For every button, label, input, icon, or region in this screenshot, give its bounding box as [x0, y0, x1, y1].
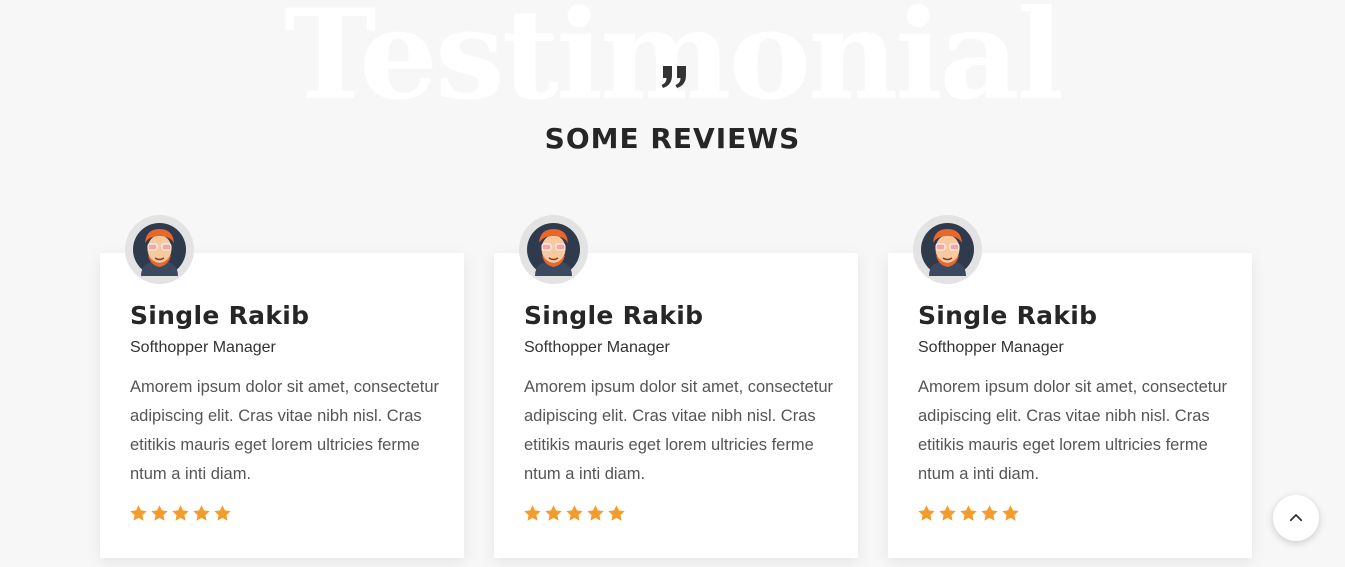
avatar-icon [921, 223, 974, 276]
star-icon [545, 505, 562, 521]
reviewer-name: Single Rakib [918, 301, 1098, 330]
avatar [519, 215, 588, 284]
star-rating [129, 504, 232, 523]
chevron-up-icon [1289, 514, 1303, 522]
background-title: Testimonial [284, 0, 1064, 128]
star-rating [523, 504, 626, 523]
star-icon [172, 505, 189, 521]
star-icon [193, 505, 210, 521]
avatar-icon [133, 223, 186, 276]
star-icon [587, 505, 604, 521]
review-text: Amorem ipsum dolor sit amet, consectetur… [918, 378, 1228, 483]
star-icon [214, 505, 231, 521]
review-card: Single Rakib Softhopper Manager Amorem i… [100, 215, 464, 558]
avatar [913, 215, 982, 284]
star-icon [566, 505, 583, 521]
star-icon [524, 505, 541, 521]
reviewer-name: Single Rakib [130, 301, 310, 330]
reviewer-role: Softhopper Manager [524, 339, 670, 356]
avatar [125, 215, 194, 284]
avatar-icon [527, 223, 580, 276]
star-icon [608, 505, 625, 521]
star-icon [1002, 505, 1019, 521]
quote-icon [661, 66, 686, 88]
star-icon [960, 505, 977, 521]
reviewer-role: Softhopper Manager [918, 339, 1064, 356]
star-rating [917, 504, 1020, 523]
star-icon [939, 505, 956, 521]
section-heading: SOME REVIEWS [544, 122, 801, 155]
review-card: Single Rakib Softhopper Manager Amorem i… [888, 215, 1252, 558]
review-card: Single Rakib Softhopper Manager Amorem i… [494, 215, 858, 558]
reviewer-name: Single Rakib [524, 301, 704, 330]
star-icon [151, 505, 168, 521]
reviewer-role: Softhopper Manager [130, 339, 276, 356]
star-icon [918, 505, 935, 521]
star-icon [130, 505, 147, 521]
review-text: Amorem ipsum dolor sit amet, consectetur… [130, 378, 440, 483]
scroll-to-top-button[interactable] [1273, 495, 1319, 541]
review-text: Amorem ipsum dolor sit amet, consectetur… [524, 378, 834, 483]
star-icon [981, 505, 998, 521]
